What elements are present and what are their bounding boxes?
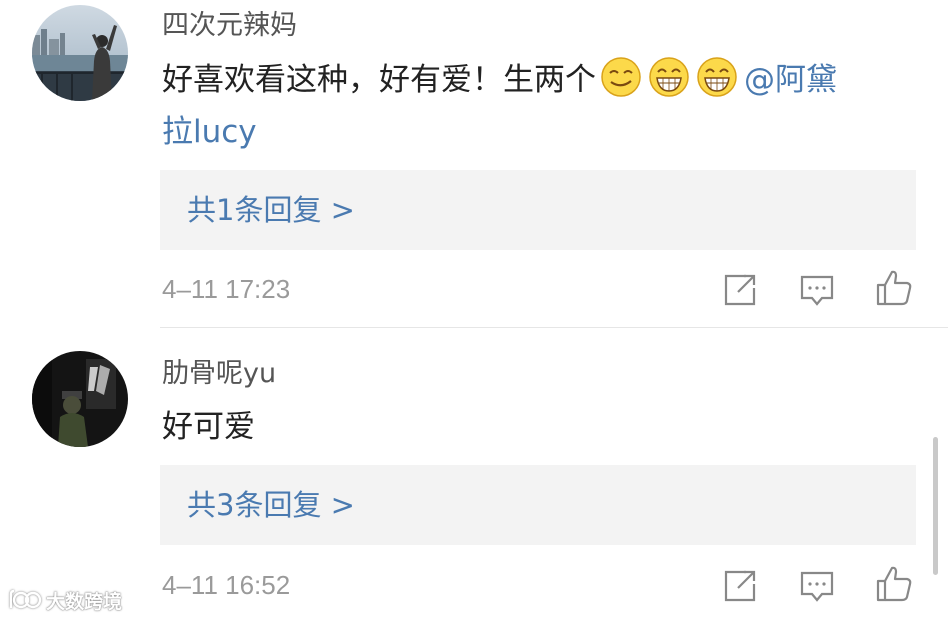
view-replies-label: 共3条回复 >: [187, 488, 355, 522]
comment-icon[interactable]: [797, 566, 837, 606]
mention-link[interactable]: 拉lucy: [162, 114, 257, 150]
username[interactable]: 四次元辣妈: [162, 8, 297, 44]
comment-text-line: 好可爱: [162, 409, 255, 445]
comment-text: 好可爱: [162, 401, 922, 453]
comment-icon[interactable]: [797, 270, 837, 310]
comment-timestamp: 4–11 17:23: [162, 274, 291, 304]
comment-timestamp: 4–11 16:52: [162, 570, 291, 600]
view-replies-label: 共1条回复 >: [187, 193, 355, 227]
grin-emoji-icon: [648, 56, 690, 98]
share-icon[interactable]: [720, 566, 760, 606]
scrollbar[interactable]: [933, 437, 938, 575]
smirk-emoji-icon: [600, 56, 642, 98]
grin-emoji-icon: [696, 56, 738, 98]
comment-text-line: 好喜欢看这种，好有爱！生两个: [162, 62, 596, 98]
comment-item: 肋骨呢yu 好可爱 共3条回复 > 4–11 16:52: [0, 328, 948, 617]
mention-link[interactable]: @阿黛: [744, 62, 837, 98]
share-icon[interactable]: [720, 270, 760, 310]
avatar[interactable]: [32, 5, 128, 101]
comment-item: 四次元辣妈 好喜欢看这种，好有爱！生两个 @阿黛 拉lucy 共1条回复 > 4…: [0, 0, 948, 327]
like-icon[interactable]: [874, 268, 914, 308]
view-replies-button[interactable]: 共3条回复 >: [160, 465, 916, 545]
watermark-logo-icon: [8, 588, 42, 612]
username[interactable]: 肋骨呢yu: [162, 356, 276, 392]
comment-text: 好喜欢看这种，好有爱！生两个 @阿黛 拉lucy: [162, 54, 922, 158]
watermark-text: 大数跨境: [46, 590, 123, 613]
view-replies-button[interactable]: 共1条回复 >: [160, 170, 916, 250]
avatar[interactable]: [32, 351, 128, 447]
watermark: 大数跨境: [8, 586, 122, 614]
like-icon[interactable]: [874, 564, 914, 604]
